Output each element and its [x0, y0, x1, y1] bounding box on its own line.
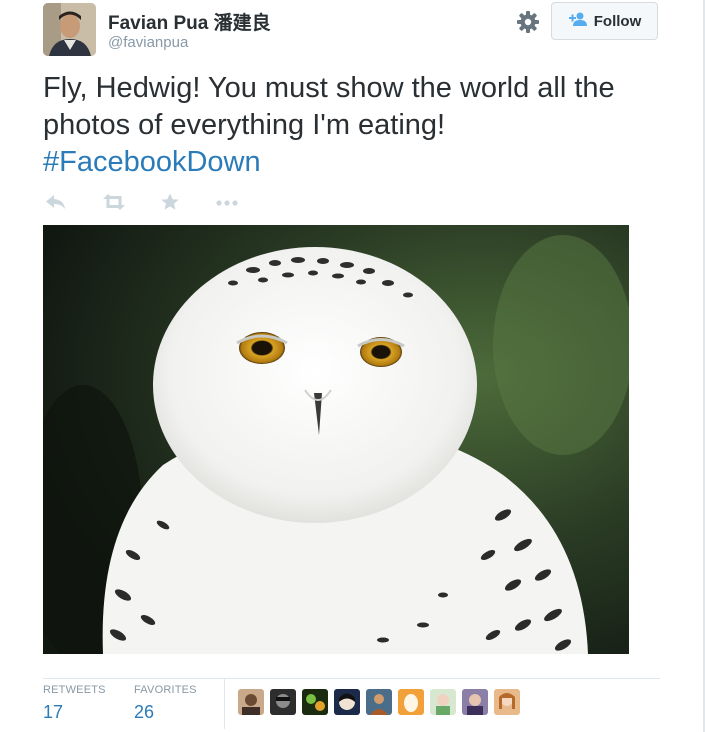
follow-label: Follow [593, 12, 642, 30]
gear-icon[interactable] [515, 9, 541, 35]
tweet-body: Fly, Hedwig! You must show the world all… [43, 72, 615, 141]
favorite-star-icon[interactable] [160, 192, 180, 217]
stats-divider [43, 678, 660, 679]
reply-icon[interactable] [45, 192, 67, 217]
favorites-stat[interactable]: FAVORITES 26 [134, 684, 197, 723]
favoriter-avatar[interactable] [302, 689, 328, 715]
tweet-text: Fly, Hedwig! You must show the world all… [43, 70, 683, 181]
retweets-label: RETWEETS [43, 684, 106, 696]
retweet-icon[interactable] [101, 192, 127, 217]
tweet-photo[interactable] [43, 225, 629, 654]
retweets-stat[interactable]: RETWEETS 17 [43, 684, 106, 723]
favoriter-avatar[interactable] [334, 689, 360, 715]
author-avatar[interactable] [43, 3, 96, 56]
favoriter-avatar[interactable] [366, 689, 392, 715]
snowy-owl-image [43, 225, 629, 654]
favoriter-avatar[interactable] [398, 689, 424, 715]
favorites-count: 26 [134, 702, 155, 722]
favoriter-avatar[interactable] [238, 689, 264, 715]
add-user-icon [568, 12, 588, 30]
favoriter-avatar[interactable] [494, 689, 520, 715]
favoriter-avatar[interactable] [270, 689, 296, 715]
follow-button[interactable]: Follow [551, 2, 658, 40]
favoriter-avatar[interactable] [430, 689, 456, 715]
stats-separator [224, 679, 225, 729]
retweets-count: 17 [43, 702, 64, 722]
favorites-label: FAVORITES [134, 684, 197, 696]
author-name[interactable]: Favian Pua 潘建良 [108, 8, 271, 35]
hashtag-link[interactable]: #FacebookDown [43, 146, 261, 178]
author-handle[interactable]: @favianpua [108, 34, 188, 51]
favoriter-avatar[interactable] [462, 689, 488, 715]
more-icon[interactable] [215, 192, 239, 217]
